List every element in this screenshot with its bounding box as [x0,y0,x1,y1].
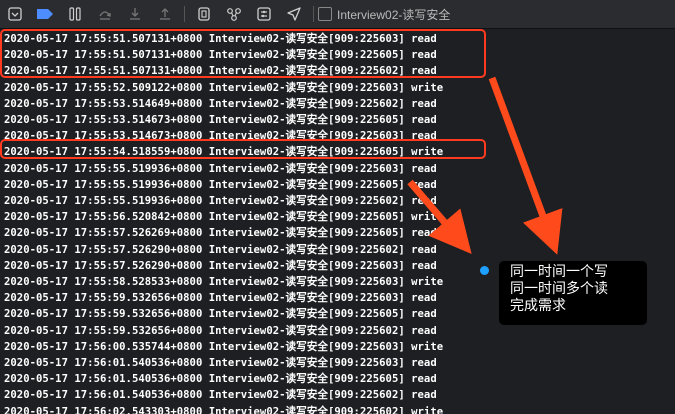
arrow-from-write [407,179,472,254]
callout-line: 同一时间多个读 [510,281,608,297]
callout-line: 完成需求 [510,298,566,314]
annotation-arrows [407,76,563,255]
arrow-from-reads [488,76,563,255]
annotation-callout: 同一时间一个写 同一时间多个读 完成需求 [499,261,647,325]
callout-dot [480,266,489,275]
callout-line: 同一时间一个写 [510,264,608,280]
